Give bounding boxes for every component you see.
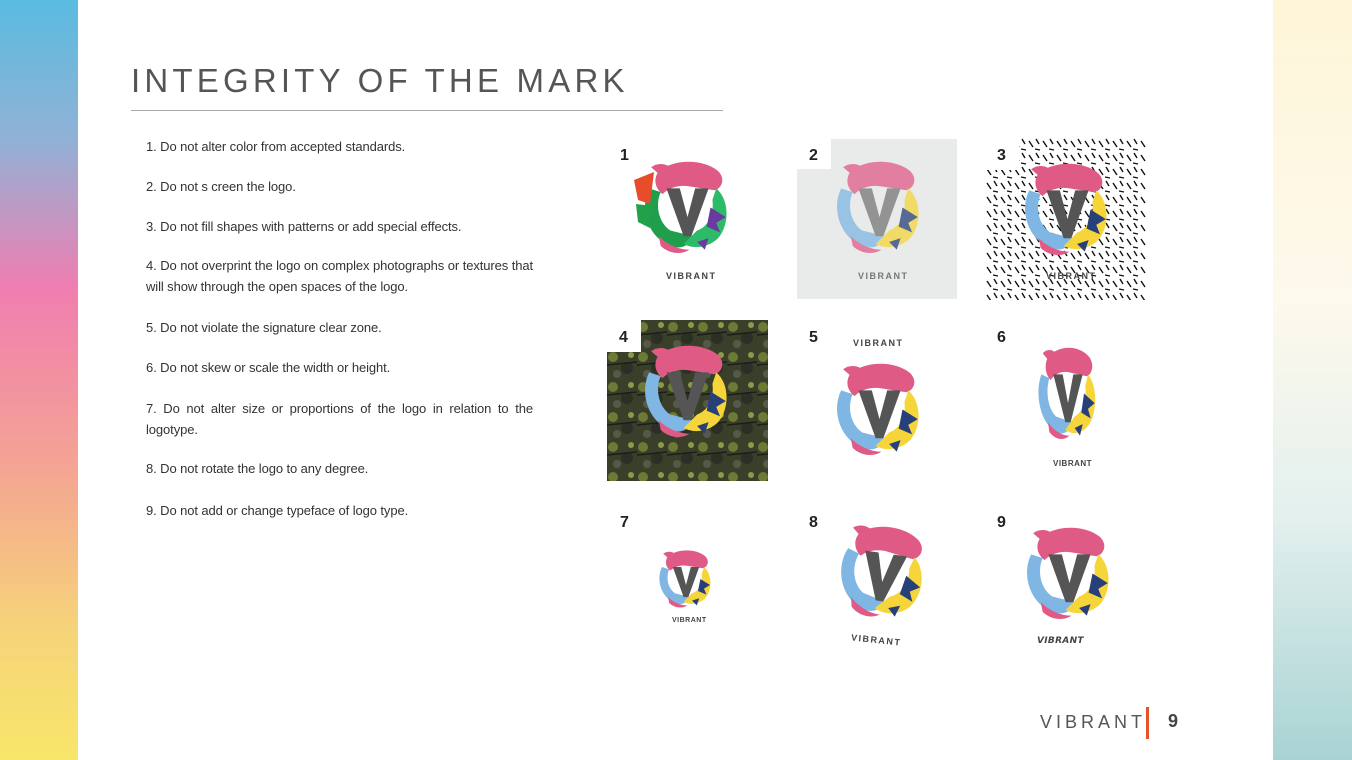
vibrant-logo-icon	[822, 150, 937, 265]
logo-wordmark: VIBRANT	[858, 271, 909, 281]
footer-divider	[1146, 707, 1149, 739]
rule-item: 6. Do not skew or scale the width or hei…	[146, 360, 391, 375]
rule-item: 4. Do not overprint the logo on complex …	[146, 258, 533, 294]
logo-wordmark: VIBRANT	[672, 617, 707, 624]
example-number: 5	[809, 329, 818, 346]
vibrant-logo-icon	[1012, 516, 1127, 631]
example-number: 9	[997, 514, 1006, 531]
rule-item: 5. Do not violate the signature clear zo…	[146, 320, 382, 335]
logo-wordmark: VIBRANT	[850, 632, 902, 648]
vibrant-logo-icon	[819, 508, 949, 638]
logo-wordmark: VIBRANT	[1053, 459, 1093, 468]
example-number: 8	[809, 514, 818, 531]
example-number: 1	[620, 147, 629, 164]
example-number: 7	[620, 514, 629, 531]
logo-wordmark: VIBRANT	[853, 338, 904, 348]
right-gradient-band	[1273, 0, 1352, 760]
example-number: 6	[997, 329, 1006, 346]
vibrant-logo-icon	[650, 543, 722, 615]
footer-brand: VIBRANT	[1040, 712, 1147, 732]
left-gradient-band	[0, 0, 78, 760]
vibrant-logo-icon	[1010, 152, 1125, 267]
logo-wordmark: VIBRANT	[1037, 636, 1084, 646]
rule-item: 8. Do not rotate the logo to any degree.	[146, 461, 369, 476]
example-number: 3	[997, 147, 1006, 164]
rule-item: 2. Do not s creen the logo.	[146, 179, 296, 194]
logo-wordmark: VIBRANT	[1046, 271, 1097, 281]
vibrant-logo-icon	[822, 352, 937, 467]
rule-item: 7. Do not alter size or proportions of t…	[146, 401, 533, 437]
rule-item: 9. Do not add or change typeface of logo…	[146, 503, 409, 518]
logo-color-patch	[634, 172, 654, 228]
page-title: INTEGRITY OF THE MARK	[131, 62, 629, 99]
vibrant-logo-icon	[630, 334, 745, 449]
logo-wordmark: VIBRANT	[666, 271, 717, 281]
rule-item: 3. Do not fill shapes with patterns or a…	[146, 219, 462, 234]
title-underline	[131, 110, 723, 111]
example-number: 4	[619, 329, 628, 346]
rule-item: 1. Do not alter color from accepted stan…	[146, 139, 406, 154]
vibrant-logo-icon	[1028, 336, 1108, 451]
page-number: 9	[1168, 711, 1179, 731]
example-number: 2	[809, 147, 818, 164]
